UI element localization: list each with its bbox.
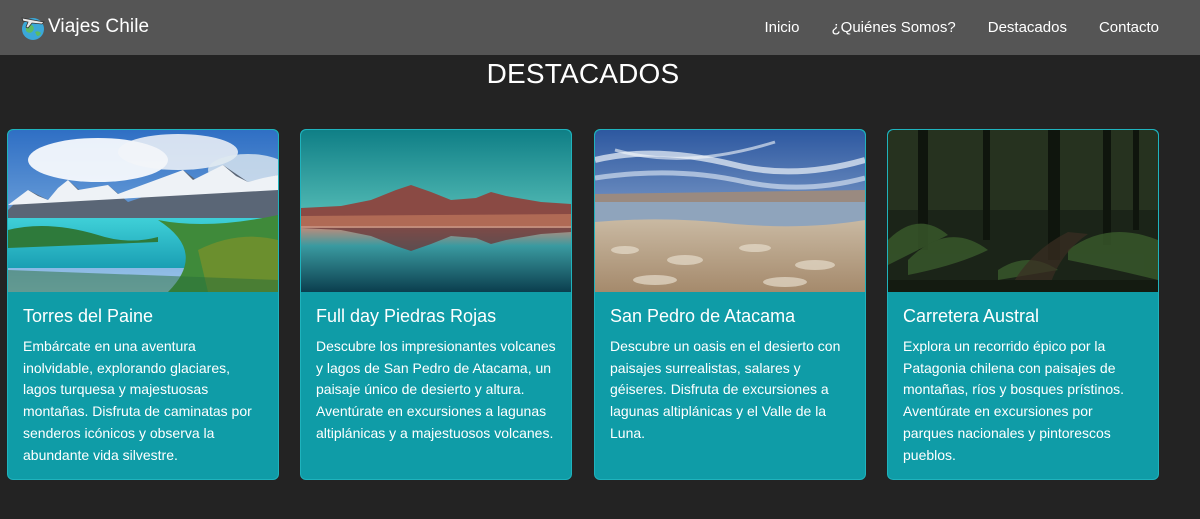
destination-card[interactable]: Carretera Austral Explora un recorrido é… [887,129,1159,480]
card-text: Explora un recorrido épico por la Patago… [903,338,1124,463]
nav-link-inicio[interactable]: Inicio [764,19,799,36]
nav-link-quienes-somos[interactable]: ¿Quiénes Somos? [832,19,956,36]
card-text: Descubre los impresionantes volcanes y l… [316,338,556,441]
globe-airplane-logo-icon [18,12,48,42]
brand-name: Viajes Chile [48,16,150,37]
card-text: Descubre un oasis en el desierto con pai… [610,338,841,441]
section-title: DESTACADOS [486,58,680,89]
card-image-torres-del-paine [8,130,278,292]
card-title: Torres del Paine [23,306,154,326]
card-image-carretera-austral [888,130,1158,292]
nav-link-contacto[interactable]: Contacto [1099,19,1159,36]
navbar: Viajes Chile Inicio ¿Quiénes Somos? Dest… [0,0,1200,55]
card-title: Carretera Austral [903,306,1040,326]
destination-card[interactable]: Full day Piedras Rojas Descubre los impr… [300,129,572,480]
card-title: Full day Piedras Rojas [316,306,497,326]
brand-link[interactable]: Viajes Chile [18,12,149,42]
card-title: San Pedro de Atacama [610,306,796,326]
destination-card[interactable]: San Pedro de Atacama Descubre un oasis e… [594,129,866,480]
card-image-piedras-rojas [301,130,571,292]
nav-link-destacados[interactable]: Destacados [988,19,1067,36]
nav-links: Inicio ¿Quiénes Somos? Destacados Contac… [732,0,1159,55]
card-text: Embárcate en una aventura inolvidable, e… [23,338,252,463]
destination-card[interactable]: Torres del Paine Embárcate en una aventu… [7,129,279,480]
card-image-san-pedro-de-atacama [595,130,865,292]
